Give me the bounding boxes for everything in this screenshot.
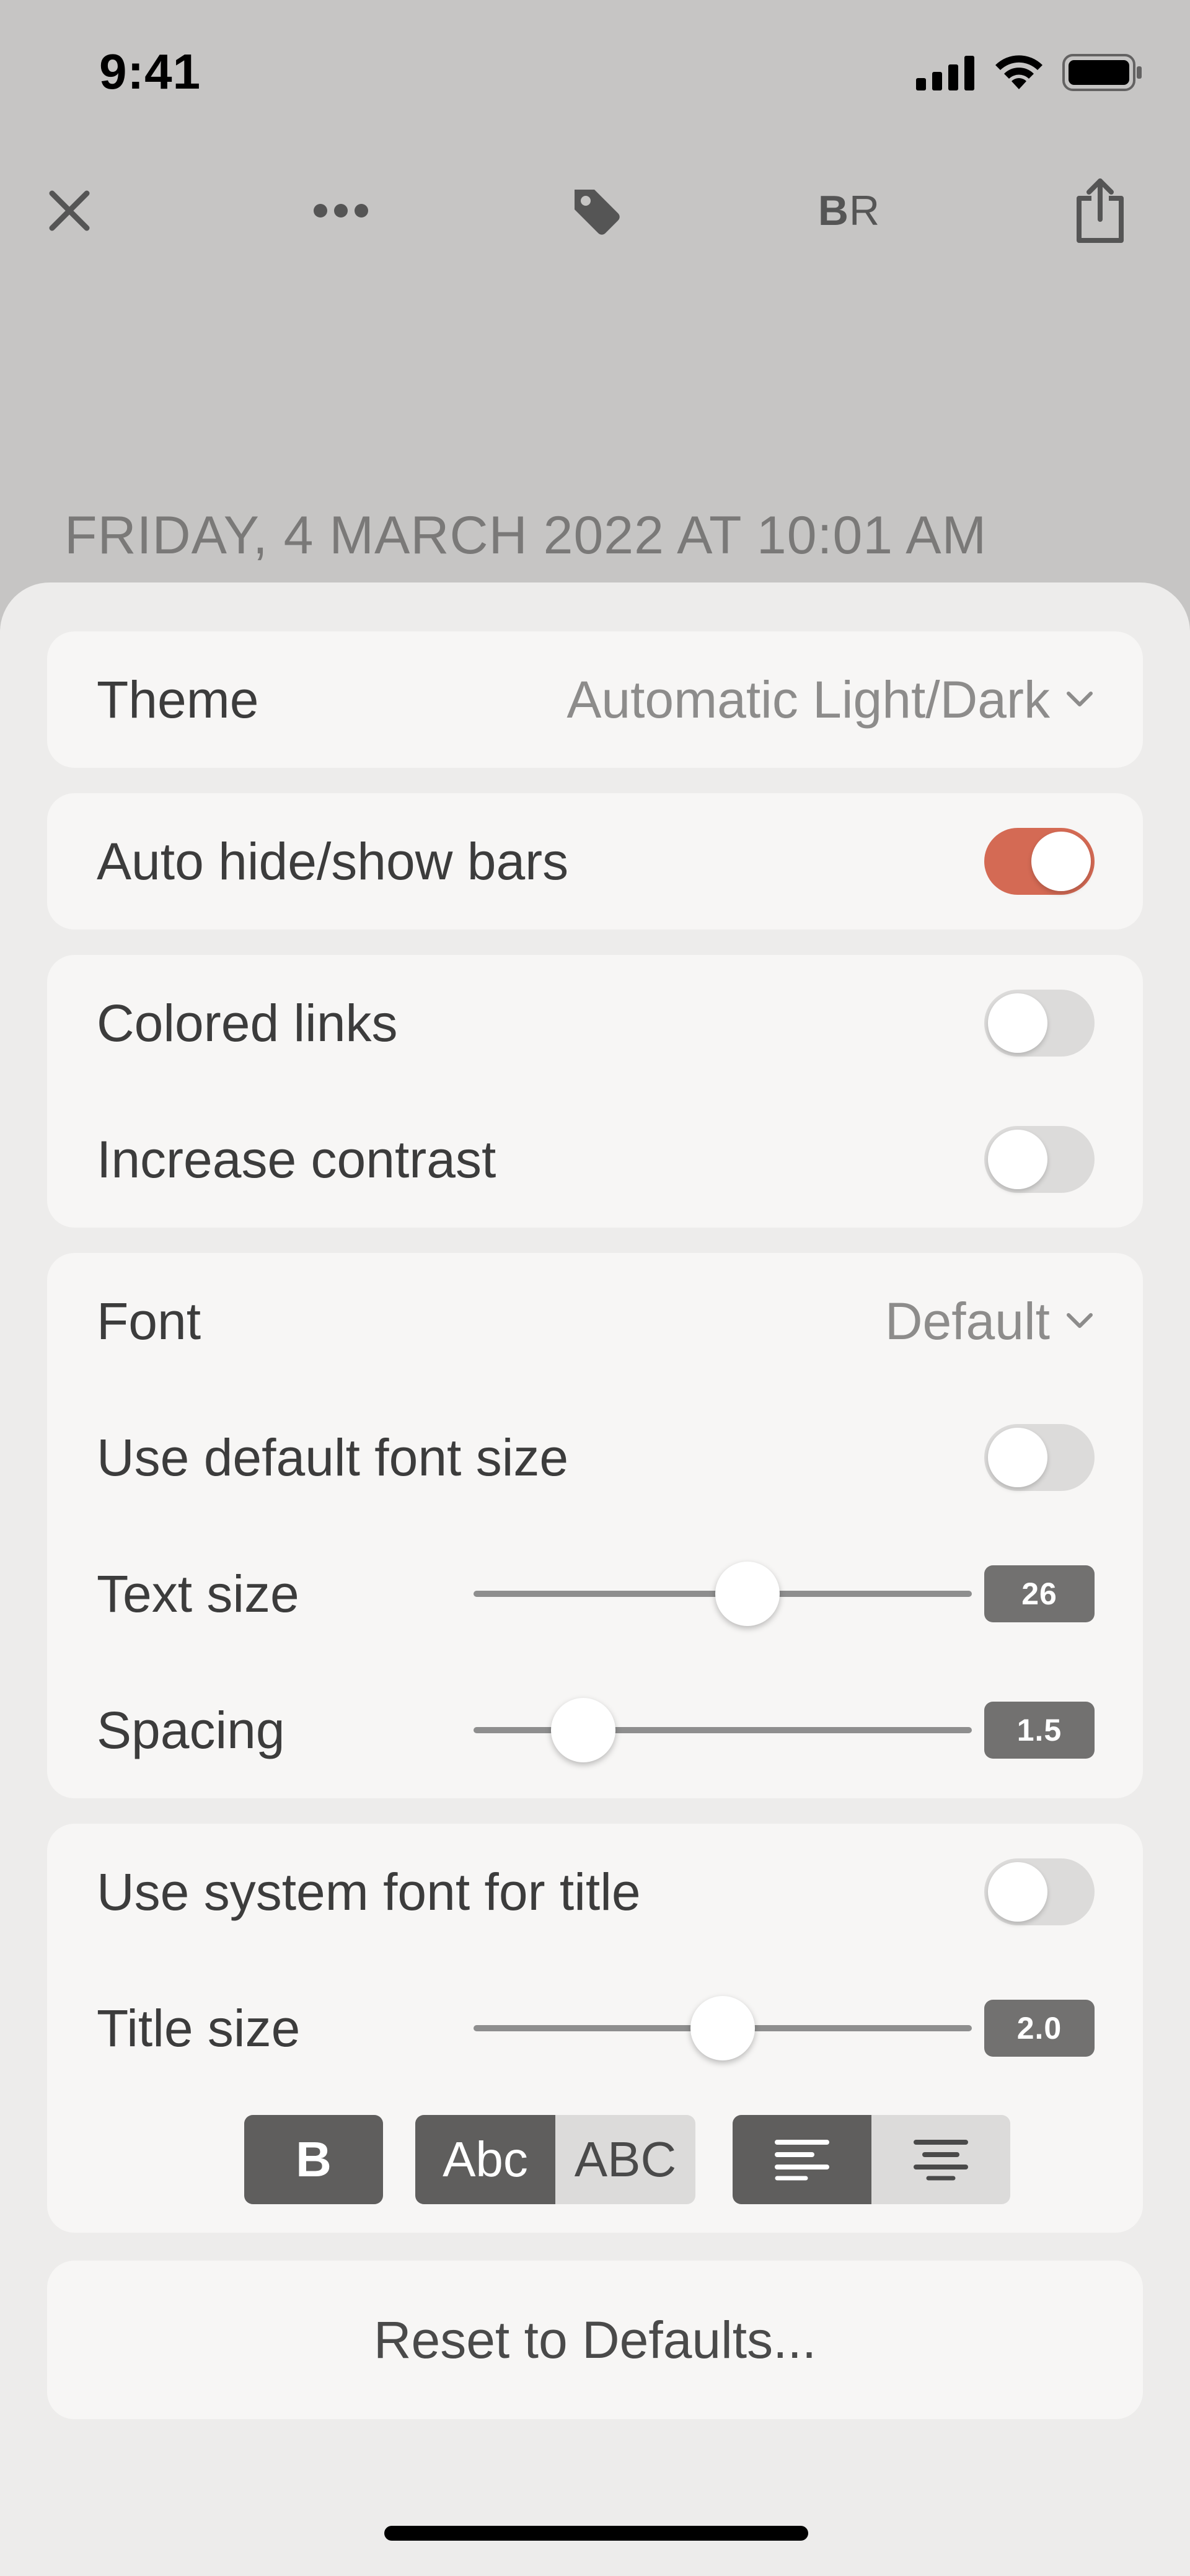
reset-defaults-button[interactable]: Reset to Defaults... <box>47 2261 1143 2419</box>
spacing-slider[interactable] <box>474 1698 972 1762</box>
slider-thumb[interactable] <box>550 1698 615 1762</box>
title-size-slider[interactable] <box>474 1996 972 2060</box>
font-row[interactable]: Font Default <box>47 1253 1143 1389</box>
theme-card: Theme Automatic Light/Dark <box>47 631 1143 768</box>
spacing-value: 1.5 <box>984 1702 1095 1759</box>
close-icon <box>49 190 90 231</box>
reader-style-button[interactable]: BR <box>806 167 892 254</box>
chevron-down-icon <box>1067 1313 1093 1328</box>
title-size-label: Title size <box>97 1999 301 2057</box>
more-button[interactable] <box>304 167 378 254</box>
align-center-icon <box>914 2140 968 2181</box>
align-left-icon <box>775 2140 829 2181</box>
auto-hide-toggle[interactable] <box>984 828 1095 895</box>
tag-button[interactable] <box>562 167 630 254</box>
cellular-signal-icon <box>916 56 974 90</box>
default-font-size-toggle[interactable] <box>984 1424 1095 1491</box>
home-indicator <box>384 2526 808 2541</box>
auto-hide-card: Auto hide/show bars <box>47 793 1143 930</box>
tag-icon <box>575 190 620 235</box>
wifi-icon <box>995 55 1042 89</box>
toggle-knob <box>988 1130 1047 1189</box>
title-size-value: 2.0 <box>984 2000 1095 2057</box>
title-bold-button[interactable]: B <box>244 2115 383 2204</box>
increase-contrast-toggle[interactable] <box>984 1126 1095 1193</box>
theme-label: Theme <box>97 670 259 729</box>
theme-row[interactable]: Theme Automatic Light/Dark <box>47 631 1143 768</box>
toolbar: BR <box>0 167 1190 254</box>
colored-links-label: Colored links <box>97 994 398 1052</box>
reader-regular-glyph: R <box>849 187 881 234</box>
align-left-button[interactable] <box>733 2115 871 2204</box>
ellipsis-icon <box>314 204 368 218</box>
links-contrast-card: Colored links Increase contrast <box>47 955 1143 1228</box>
system-font-title-label: Use system font for title <box>97 1863 641 1921</box>
colored-links-toggle[interactable] <box>984 990 1095 1057</box>
increase-contrast-row: Increase contrast <box>47 1091 1143 1228</box>
status-icons <box>916 53 1143 92</box>
upper-case-button[interactable]: ABC <box>555 2115 695 2204</box>
toggle-knob <box>988 1428 1047 1487</box>
spacing-row: Spacing 1.5 <box>47 1662 1143 1798</box>
default-font-size-row: Use default font size <box>47 1389 1143 1526</box>
spacing-label: Spacing <box>97 1701 285 1759</box>
text-size-value: 26 <box>984 1565 1095 1622</box>
increase-contrast-label: Increase contrast <box>97 1130 496 1189</box>
font-card: Font Default Use default font size Text … <box>47 1253 1143 1798</box>
title-style-controls: B Abc ABC <box>47 2115 1143 2204</box>
battery-icon <box>1062 54 1142 91</box>
article-date: FRIDAY, 4 MARCH 2022 AT 10:01 AM <box>64 506 987 565</box>
status-time: 9:41 <box>99 44 201 99</box>
title-size-row: Title size 2.0 <box>47 1960 1143 2096</box>
auto-hide-label: Auto hide/show bars <box>97 832 569 890</box>
system-font-title-row: Use system font for title <box>47 1824 1143 1960</box>
colored-links-row: Colored links <box>47 955 1143 1091</box>
slider-track <box>474 1727 972 1733</box>
theme-select[interactable]: Automatic Light/Dark <box>566 631 1093 768</box>
toggle-knob <box>988 1862 1047 1922</box>
text-size-slider[interactable] <box>474 1562 972 1626</box>
slider-thumb[interactable] <box>690 1996 755 2060</box>
text-size-label: Text size <box>97 1565 299 1623</box>
text-size-row: Text size 26 <box>47 1526 1143 1662</box>
system-font-title-toggle[interactable] <box>984 1858 1095 1925</box>
default-font-size-label: Use default font size <box>97 1428 569 1487</box>
toggle-knob <box>1031 832 1091 891</box>
status-bar: 9:41 <box>0 0 1190 143</box>
font-select[interactable]: Default <box>885 1253 1093 1389</box>
slider-thumb[interactable] <box>715 1562 780 1626</box>
toggle-knob <box>988 993 1047 1053</box>
title-case-button[interactable]: Abc <box>415 2115 555 2204</box>
close-button[interactable] <box>38 167 100 254</box>
reader-bold-glyph: B <box>818 187 849 234</box>
share-icon <box>1077 178 1124 243</box>
auto-hide-row: Auto hide/show bars <box>47 793 1143 930</box>
title-card: Use system font for title Title size 2.0… <box>47 1824 1143 2233</box>
align-center-button[interactable] <box>871 2115 1010 2204</box>
theme-value: Automatic Light/Dark <box>566 670 1050 729</box>
share-button[interactable] <box>1066 167 1134 254</box>
font-label: Font <box>97 1292 201 1350</box>
chevron-down-icon <box>1067 692 1093 706</box>
font-value: Default <box>884 1291 1050 1350</box>
